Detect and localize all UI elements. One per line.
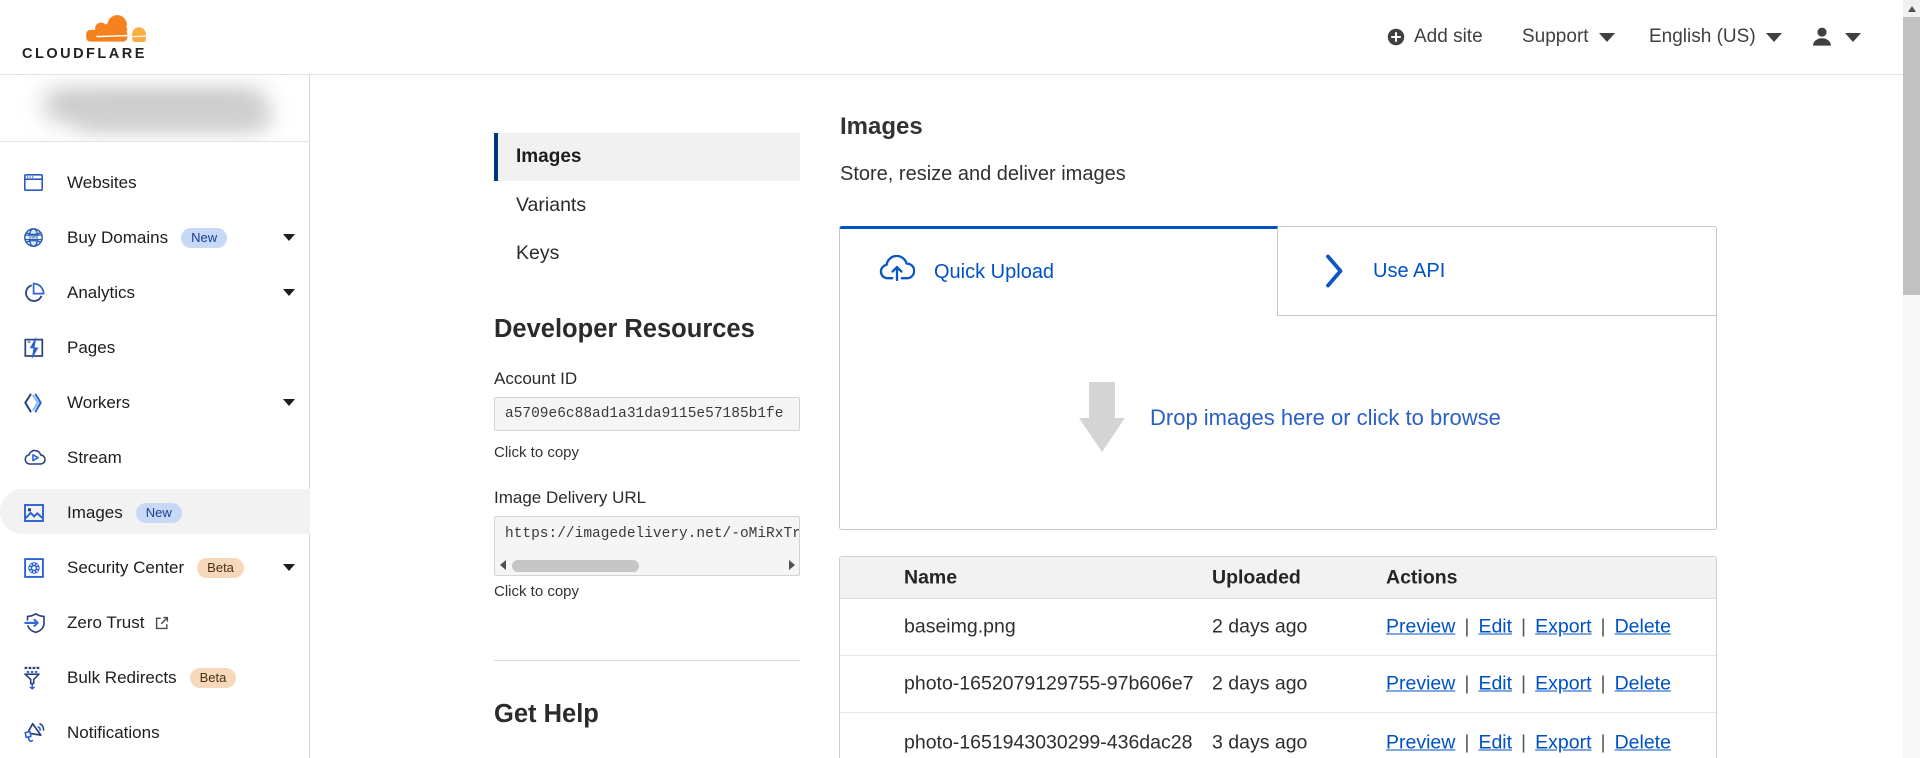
svg-text:CLOUDFLARE: CLOUDFLARE [22,46,147,60]
svg-text:WWW: WWW [29,236,40,240]
